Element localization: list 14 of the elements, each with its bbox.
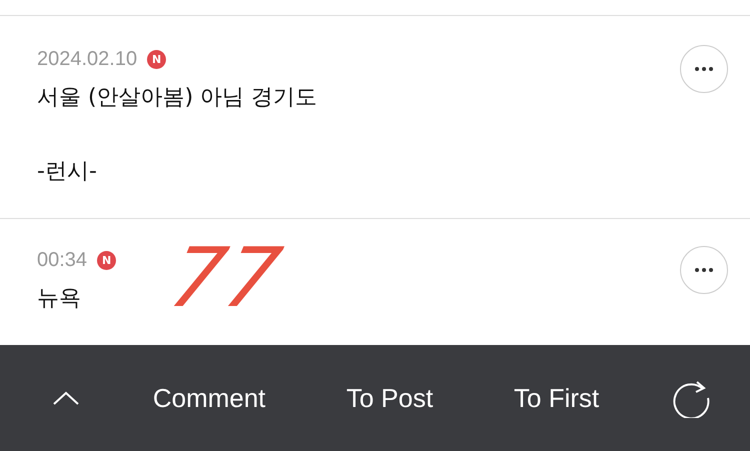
more-icon: [694, 267, 714, 273]
chevron-up-icon: [52, 390, 80, 406]
toolbar-button[interactable]: To Post: [338, 376, 442, 420]
toolbar-button[interactable]: To First: [506, 376, 608, 420]
handwritten-mark: 77: [163, 238, 290, 320]
comment-time: 00:34: [37, 249, 88, 272]
new-badge: N: [97, 251, 116, 270]
toolbar-button[interactable]: Comment: [144, 376, 274, 420]
scroll-up-button[interactable]: [52, 390, 80, 406]
new-badge: N: [147, 50, 166, 69]
more-icon: [694, 66, 714, 72]
comment-time: 2024.02.10: [37, 48, 138, 71]
comment-text: 서울 (안살아봄) 아님 경기도 -런시-: [37, 84, 318, 186]
comment-text: 뉴욕: [37, 285, 82, 313]
